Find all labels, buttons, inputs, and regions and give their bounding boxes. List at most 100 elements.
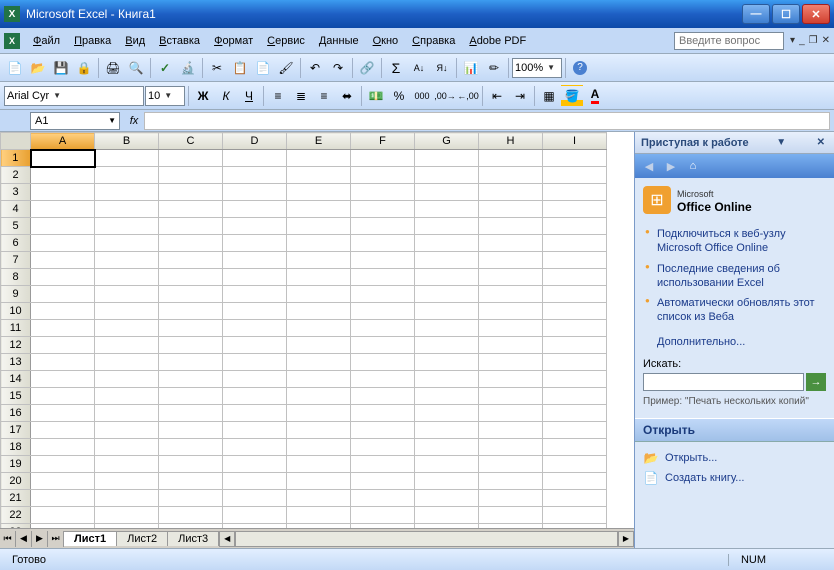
col-header-I[interactable]: I [543,133,607,150]
cell-G2[interactable] [415,167,479,184]
tab-nav-next-icon[interactable]: ▶ [32,531,48,547]
cell-A8[interactable] [31,269,95,286]
cell-E1[interactable] [287,150,351,167]
cell-C5[interactable] [159,218,223,235]
cell-B10[interactable] [95,303,159,320]
cell-D8[interactable] [223,269,287,286]
cell-F4[interactable] [351,201,415,218]
cell-H21[interactable] [479,490,543,507]
cell-C9[interactable] [159,286,223,303]
cell-H16[interactable] [479,405,543,422]
print-icon[interactable] [102,57,124,79]
nav-forward-icon[interactable]: ▶ [661,157,681,175]
cell-I14[interactable] [543,371,607,388]
cell-A4[interactable] [31,201,95,218]
menu-data[interactable]: Данные [312,33,366,49]
decrease-decimal-icon[interactable]: ←,00 [457,85,479,107]
cell-G9[interactable] [415,286,479,303]
help-search-input[interactable] [674,32,784,50]
cell-E22[interactable] [287,507,351,524]
cell-E21[interactable] [287,490,351,507]
cell-A11[interactable] [31,320,95,337]
help-icon[interactable] [569,57,591,79]
cell-G19[interactable] [415,456,479,473]
cell-C15[interactable] [159,388,223,405]
cell-F22[interactable] [351,507,415,524]
menu-view[interactable]: Вид [118,33,152,49]
doc-restore-button[interactable]: ❐ [809,35,818,46]
row-header-9[interactable]: 9 [1,286,31,303]
cell-B19[interactable] [95,456,159,473]
cell-E23[interactable] [287,524,351,529]
cell-I17[interactable] [543,422,607,439]
menu-help[interactable]: Справка [405,33,462,49]
cell-G16[interactable] [415,405,479,422]
cell-G4[interactable] [415,201,479,218]
cell-A10[interactable] [31,303,95,320]
cell-D9[interactable] [223,286,287,303]
cell-G3[interactable] [415,184,479,201]
cell-C6[interactable] [159,235,223,252]
cell-G11[interactable] [415,320,479,337]
cell-D13[interactable] [223,354,287,371]
cell-I10[interactable] [543,303,607,320]
cell-F19[interactable] [351,456,415,473]
font-combo[interactable]: Arial Cyr▼ [4,86,144,106]
sort-asc-icon[interactable]: А↓ [408,57,430,79]
row-header-4[interactable]: 4 [1,201,31,218]
hscroll-track[interactable] [235,531,618,547]
cell-A9[interactable] [31,286,95,303]
row-header-15[interactable]: 15 [1,388,31,405]
cell-E8[interactable] [287,269,351,286]
minimize-button[interactable]: — [742,4,770,24]
cell-D19[interactable] [223,456,287,473]
cell-H18[interactable] [479,439,543,456]
cell-D10[interactable] [223,303,287,320]
currency-icon[interactable]: 💵 [365,85,387,107]
hscroll-left-icon[interactable]: ◀ [219,531,235,547]
cell-H7[interactable] [479,252,543,269]
cell-E19[interactable] [287,456,351,473]
cell-A23[interactable] [31,524,95,529]
font-color-icon[interactable]: A [584,85,606,107]
cell-A14[interactable] [31,371,95,388]
cell-I6[interactable] [543,235,607,252]
cell-I5[interactable] [543,218,607,235]
row-header-17[interactable]: 17 [1,422,31,439]
col-header-E[interactable]: E [287,133,351,150]
cell-D20[interactable] [223,473,287,490]
cell-I18[interactable] [543,439,607,456]
cell-D2[interactable] [223,167,287,184]
tab-nav-last-icon[interactable]: ⏭ [48,531,64,547]
cell-D22[interactable] [223,507,287,524]
cell-G17[interactable] [415,422,479,439]
paste-icon[interactable] [252,57,274,79]
cell-E2[interactable] [287,167,351,184]
cell-D6[interactable] [223,235,287,252]
cell-I4[interactable] [543,201,607,218]
cell-B7[interactable] [95,252,159,269]
cell-B17[interactable] [95,422,159,439]
nav-home-icon[interactable]: ⌂ [683,157,703,175]
cell-B18[interactable] [95,439,159,456]
row-header-1[interactable]: 1 [1,150,31,167]
cell-E14[interactable] [287,371,351,388]
permissions-icon[interactable]: 🔒 [73,57,95,79]
cell-B15[interactable] [95,388,159,405]
row-header-23[interactable]: 23 [1,524,31,529]
cell-F1[interactable] [351,150,415,167]
row-header-20[interactable]: 20 [1,473,31,490]
cell-H10[interactable] [479,303,543,320]
cell-B1[interactable] [95,150,159,167]
cell-D14[interactable] [223,371,287,388]
cell-D5[interactable] [223,218,287,235]
cell-D17[interactable] [223,422,287,439]
cell-A13[interactable] [31,354,95,371]
col-header-A[interactable]: A [31,133,95,150]
cell-F23[interactable] [351,524,415,529]
cell-C13[interactable] [159,354,223,371]
sort-desc-icon[interactable]: Я↓ [431,57,453,79]
cell-C19[interactable] [159,456,223,473]
menu-window[interactable]: Окно [366,33,406,49]
cell-D15[interactable] [223,388,287,405]
